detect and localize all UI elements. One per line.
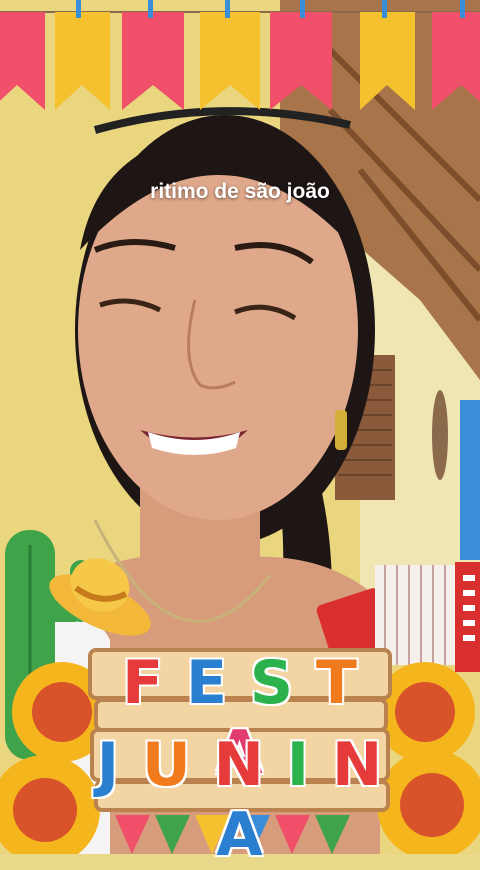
festa-letter: E [185, 648, 228, 718]
junina-letter: A [216, 800, 264, 870]
junina-letter: N [213, 730, 265, 800]
junina-letter: U [142, 730, 192, 800]
festa-letter: S [249, 648, 295, 718]
junina-letter: I [286, 730, 311, 800]
video-caption: ritimo de são joão [150, 180, 330, 203]
festa-letter: F [122, 648, 165, 718]
junina-letter: J [96, 730, 121, 800]
festa-letter: T [315, 648, 358, 718]
junina-letter: N [331, 730, 384, 800]
wall-ornament [432, 390, 448, 480]
earring [335, 410, 347, 450]
junina-word: J U N I N A [90, 730, 390, 870]
blue-door [460, 400, 480, 560]
